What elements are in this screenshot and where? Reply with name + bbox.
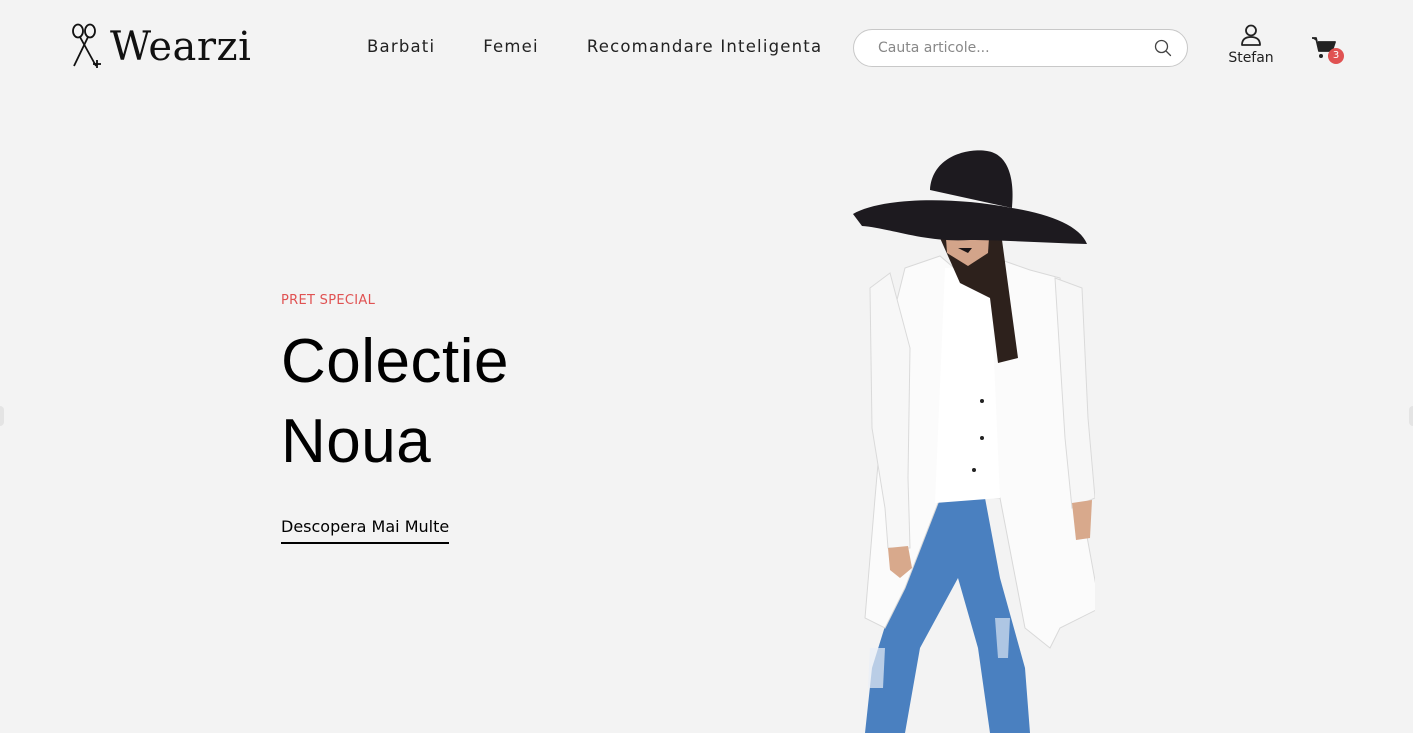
nav-item-barbati[interactable]: Barbati bbox=[367, 37, 435, 56]
brand-name: Wearzi bbox=[110, 24, 252, 70]
slider-next-handle[interactable] bbox=[1409, 406, 1413, 426]
hero-title-line1: Colectie bbox=[281, 327, 509, 396]
user-name: Stefan bbox=[1228, 50, 1274, 66]
hero-eyebrow: PRET SPECIAL bbox=[281, 293, 376, 308]
brand-logo[interactable]: Wearzi bbox=[68, 22, 251, 72]
search-input[interactable] bbox=[878, 40, 1153, 56]
discover-more-link[interactable]: Descopera Mai Multe bbox=[281, 517, 450, 544]
cart-count-badge: 3 bbox=[1328, 48, 1344, 64]
search-icon bbox=[1154, 39, 1172, 57]
search-button[interactable] bbox=[1153, 38, 1173, 58]
user-icon bbox=[1241, 24, 1261, 46]
nav-item-recomandare-inteligenta[interactable]: Recomandare Inteligenta bbox=[587, 37, 822, 56]
hero-title-line2: Noua bbox=[281, 407, 432, 476]
search-bar bbox=[853, 29, 1188, 67]
slider-prev-handle[interactable] bbox=[0, 406, 4, 426]
cart-button[interactable]: 3 bbox=[1311, 36, 1347, 64]
site-header: Wearzi Barbati Femei Recomandare Intelig… bbox=[0, 0, 1413, 96]
main-nav: Barbati Femei Recomandare Inteligenta bbox=[367, 37, 822, 56]
user-account-button[interactable]: Stefan bbox=[1222, 24, 1280, 66]
nav-item-femei[interactable]: Femei bbox=[483, 37, 539, 56]
hero-model-image bbox=[853, 150, 1095, 733]
hero-title: Colectie Noua bbox=[281, 322, 509, 482]
scissors-icon bbox=[72, 23, 101, 68]
